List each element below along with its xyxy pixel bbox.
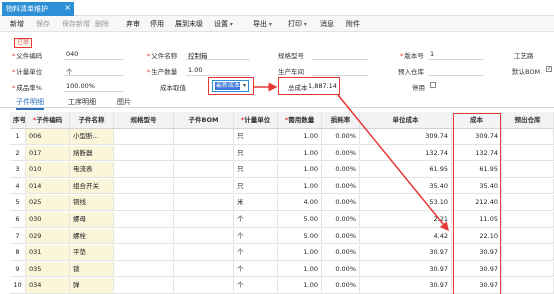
- arrow-to-cost-column: [337, 94, 449, 232]
- annotation-arrows: [254, 82, 449, 232]
